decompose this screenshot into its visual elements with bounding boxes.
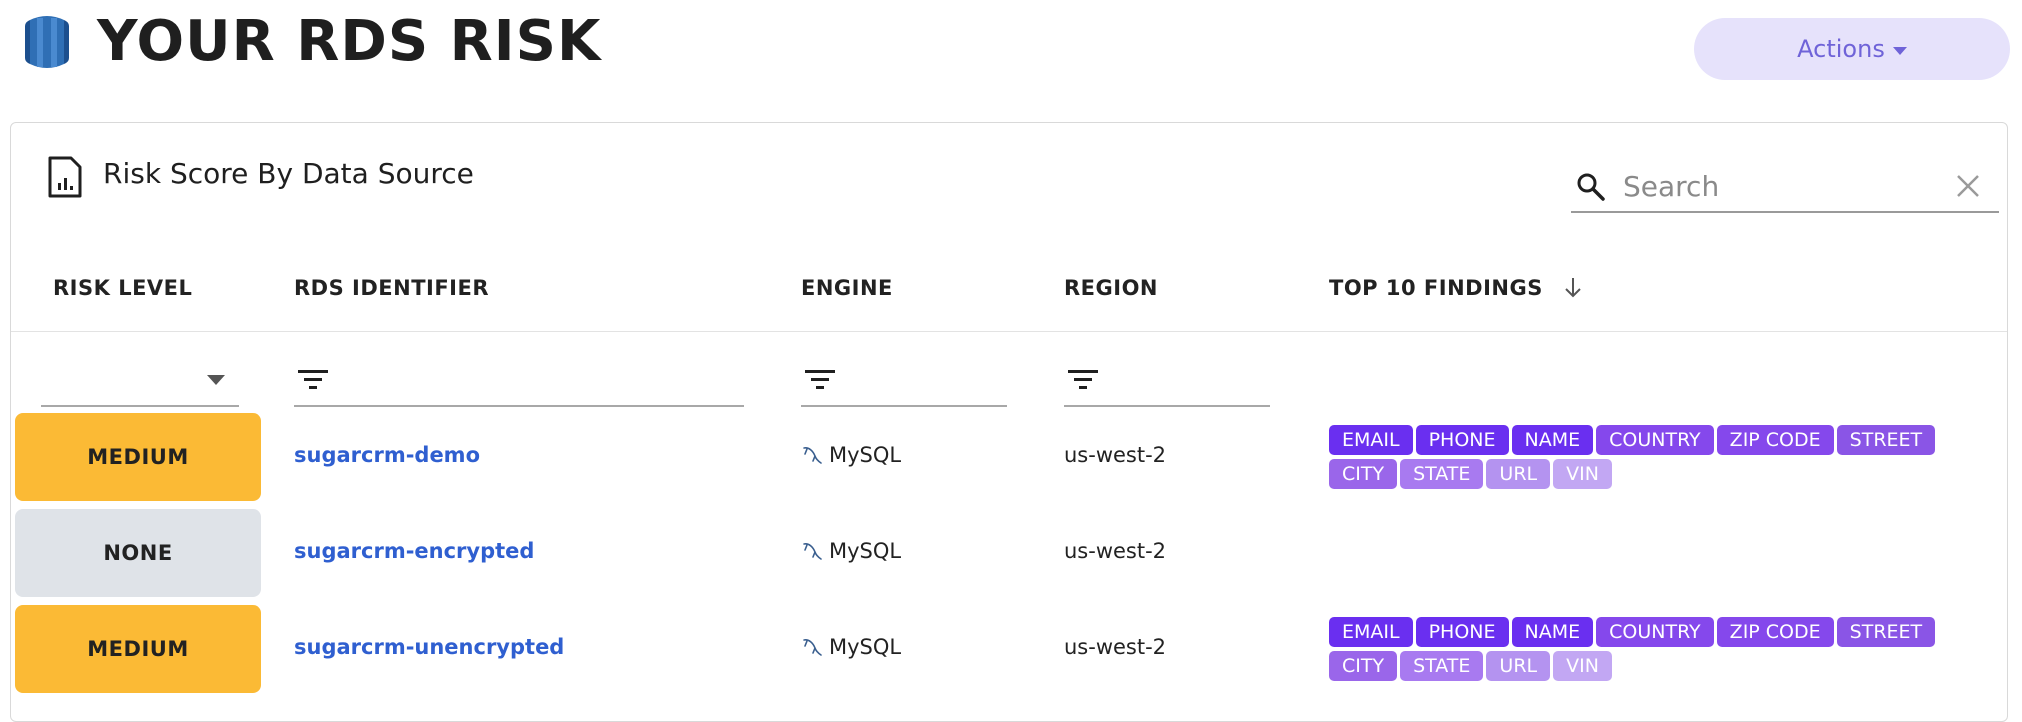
rds-database-icon xyxy=(25,16,69,68)
mysql-dolphin-icon xyxy=(803,543,822,560)
close-icon[interactable] xyxy=(1954,172,1982,200)
risk-level-badge: MEDIUM xyxy=(15,413,261,501)
finding-tag: VIN xyxy=(1553,651,1612,681)
finding-tag: URL xyxy=(1486,651,1551,681)
region-cell: us-west-2 xyxy=(1064,539,1167,563)
finding-tag: STATE xyxy=(1400,651,1484,681)
search-input[interactable] xyxy=(1621,163,1925,209)
finding-tag: STREET xyxy=(1836,425,1936,455)
page-title: YOUR RDS RISK xyxy=(97,9,602,74)
arrow-down-icon[interactable] xyxy=(1561,275,1585,299)
finding-tag: ZIP CODE xyxy=(1716,425,1834,455)
engine-label: MySQL xyxy=(829,635,902,659)
engine-cell: MySQL xyxy=(801,443,901,467)
mysql-dolphin-icon xyxy=(803,639,822,656)
engine-filter[interactable] xyxy=(801,349,1007,407)
findings-tags: EMAIL PHONE NAME COUNTRY ZIP CODE STREET CITY S… xyxy=(1329,617,1979,681)
top-findings-label: TOP 10 FINDINGS xyxy=(1329,276,1543,300)
finding-tag: COUNTRY xyxy=(1596,425,1714,455)
region-cell: us-west-2 xyxy=(1064,635,1167,659)
finding-tag: PHONE xyxy=(1415,425,1509,455)
risk-level-filter-select[interactable] xyxy=(41,349,239,407)
card-title: Risk Score By Data Source xyxy=(103,157,474,190)
filter-icon xyxy=(805,370,835,389)
finding-tag: VIN xyxy=(1553,459,1612,489)
actions-button[interactable]: Actions xyxy=(1694,18,2010,80)
table-row[interactable]: MEDIUM sugarcrm-demo MySQL us-west-2 EMA… xyxy=(11,413,2007,503)
column-header-risk-level[interactable]: RISK LEVEL xyxy=(53,273,192,303)
finding-tag: PHONE xyxy=(1415,617,1509,647)
rds-identifier-filter[interactable] xyxy=(294,349,744,407)
table-row[interactable]: NONE sugarcrm-encrypted MySQL us-west-2 xyxy=(11,509,2007,599)
finding-tag: CITY xyxy=(1329,651,1398,681)
findings-tags: EMAIL PHONE NAME COUNTRY ZIP CODE STREET CITY S… xyxy=(1329,425,1979,489)
filter-icon xyxy=(1068,370,1098,389)
engine-label: MySQL xyxy=(829,443,902,467)
search-icon xyxy=(1577,173,1605,201)
filter-icon xyxy=(298,370,328,389)
column-header-rds-identifier[interactable]: RDS IDENTIFIER xyxy=(294,273,489,303)
search-field xyxy=(1571,161,1999,213)
finding-tag: CITY xyxy=(1329,459,1398,489)
risk-level-badge: NONE xyxy=(15,509,261,597)
mysql-dolphin-icon xyxy=(803,447,822,464)
finding-tag: STATE xyxy=(1400,459,1484,489)
table-row[interactable]: MEDIUM sugarcrm-unencrypted MySQL us-wes… xyxy=(11,605,2007,695)
risk-level-badge: MEDIUM xyxy=(15,605,261,693)
header-divider xyxy=(11,331,2007,332)
rds-identifier-link[interactable]: sugarcrm-demo xyxy=(294,443,480,467)
region-filter[interactable] xyxy=(1064,349,1270,407)
engine-label: MySQL xyxy=(829,539,902,563)
rds-identifier-link[interactable]: sugarcrm-unencrypted xyxy=(294,635,564,659)
risk-score-card: Risk Score By Data Source RISK LEVEL RDS… xyxy=(10,122,2008,722)
report-chart-icon xyxy=(48,156,82,198)
finding-tag: EMAIL xyxy=(1329,425,1413,455)
finding-tag: EMAIL xyxy=(1329,617,1413,647)
caret-down-icon xyxy=(207,375,225,385)
engine-cell: MySQL xyxy=(801,539,901,563)
finding-tag: STREET xyxy=(1836,617,1936,647)
engine-cell: MySQL xyxy=(801,635,901,659)
column-header-top-findings[interactable]: TOP 10 FINDINGS xyxy=(1329,273,1585,303)
actions-label: Actions xyxy=(1797,35,1885,63)
region-cell: us-west-2 xyxy=(1064,443,1167,467)
finding-tag: URL xyxy=(1486,459,1551,489)
finding-tag: NAME xyxy=(1511,617,1594,647)
finding-tag: ZIP CODE xyxy=(1716,617,1834,647)
rds-identifier-link[interactable]: sugarcrm-encrypted xyxy=(294,539,534,563)
caret-down-icon xyxy=(1892,46,1907,55)
column-header-engine[interactable]: ENGINE xyxy=(801,273,893,303)
finding-tag: COUNTRY xyxy=(1596,617,1714,647)
finding-tag: NAME xyxy=(1511,425,1594,455)
column-header-region[interactable]: REGION xyxy=(1064,273,1158,303)
